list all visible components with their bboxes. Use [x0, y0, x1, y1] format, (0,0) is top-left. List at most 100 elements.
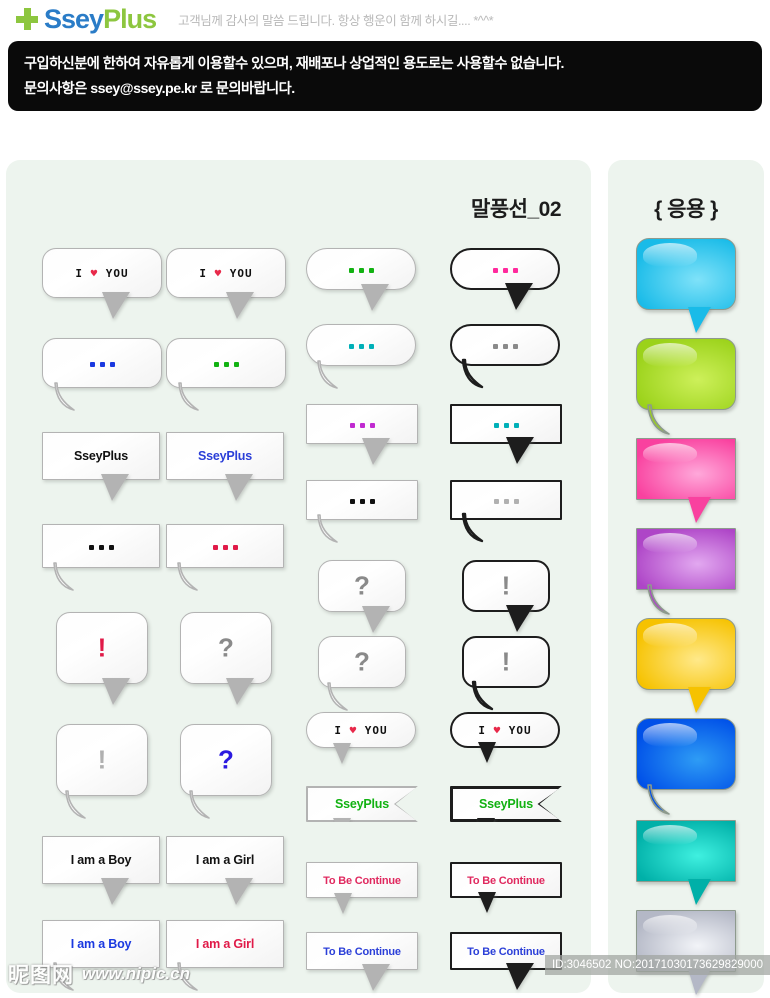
bubble-tail [506, 437, 535, 464]
bubble-text: SseyPlus [198, 449, 252, 463]
speech-bubble [166, 338, 286, 411]
watermark-logo-text: 昵图网 [8, 964, 74, 987]
side-bubble-panel: { 응용 } [608, 160, 764, 995]
bubble-label: ? [319, 573, 405, 600]
dot [513, 499, 519, 504]
app-logo: Ssey Plus [16, 5, 157, 33]
dot [493, 499, 499, 504]
bubble-label [307, 491, 417, 509]
speech-bubble [450, 404, 562, 464]
bubble-tail [361, 606, 390, 633]
bubble-text: To Be Continue [467, 875, 545, 887]
bubble-text: To Be Continue [323, 875, 401, 887]
bubble-label: ? [319, 649, 405, 676]
dot [368, 268, 374, 273]
heart-icon: ♥ [90, 267, 99, 280]
dot-group [88, 545, 114, 550]
bubble-text: ? [218, 744, 234, 775]
dot [349, 423, 355, 428]
bubble-tail [362, 964, 391, 991]
lime-bubble [636, 338, 736, 435]
bubble-text: ? [354, 646, 370, 677]
yellow-bubble [636, 618, 736, 713]
bubble-tail [687, 687, 711, 713]
bubble-tail [101, 678, 130, 705]
dot [503, 499, 509, 504]
dot [358, 344, 364, 349]
dot [222, 545, 228, 550]
bubble-text: I am a Girl [195, 937, 255, 951]
bubble-tail [225, 878, 254, 905]
dot-group [492, 268, 518, 273]
bubble-label: I am a Boy [43, 851, 159, 869]
bubble-tail [461, 512, 494, 544]
dot [502, 268, 508, 273]
bubble-text: I ♥ YOU [334, 724, 388, 737]
bubble-tail [478, 892, 497, 913]
dot [492, 344, 498, 349]
bubble-text: To Be Continue [323, 946, 401, 958]
dot [369, 423, 375, 428]
dot [359, 423, 365, 428]
bubble-tail [101, 474, 130, 501]
bubble-text: ? [354, 570, 370, 601]
bubble-label: I ♥ YOU [43, 264, 161, 282]
dot-group [493, 499, 519, 504]
dot [89, 362, 95, 367]
speech-bubble: ! [56, 612, 148, 705]
notice-line-2: 문의사항은 ssey@ssey.pe.kr 로 문의바랍니다. [24, 81, 295, 97]
speech-bubble [306, 480, 418, 543]
speech-bubble: ? [318, 636, 406, 711]
bubble-gloss [642, 243, 697, 267]
dot [502, 344, 508, 349]
dot [369, 499, 375, 504]
bubble-tail [189, 790, 221, 821]
bubble-text: I am a Girl [195, 853, 255, 867]
bubble-tail [177, 382, 210, 413]
dot-group [348, 268, 374, 273]
cyan-bubble [636, 238, 736, 333]
bubble-tail [361, 284, 390, 311]
main-panel-title: 말풍선_02 [471, 198, 562, 221]
dot [99, 362, 105, 367]
dot-group [493, 423, 519, 428]
bubble-tail [65, 790, 97, 821]
bubble-label: ! [464, 649, 548, 676]
speech-bubble: SseyPlus [166, 432, 284, 501]
speech-bubble: ! [56, 724, 148, 819]
bubble-tail [317, 514, 349, 545]
speech-bubble [42, 338, 162, 411]
dot-group [212, 545, 238, 550]
bubble-label [452, 260, 558, 278]
bubble-label [452, 415, 560, 433]
bubble-gloss [642, 532, 697, 553]
bubble-stage: 말풍선_02 I ♥ YOU SseyPlus!! I am a Boy I am a… [0, 150, 770, 995]
purple-bubble [636, 528, 736, 615]
bubble-tail [687, 497, 711, 523]
dot [213, 362, 219, 367]
turquoise-bubble [636, 820, 736, 905]
speech-bubble [306, 248, 416, 311]
speech-bubble: SseyPlus [450, 786, 562, 822]
dot [492, 268, 498, 273]
bubble-label [307, 415, 417, 433]
dot-group [348, 344, 374, 349]
bubble-tail [326, 682, 359, 713]
bubble-label: ! [57, 747, 147, 774]
dot-group [349, 499, 375, 504]
bubble-label: To Be Continue [452, 871, 560, 889]
bubble-tail [461, 358, 494, 390]
speech-bubble [450, 480, 562, 543]
bubble-tail [333, 893, 352, 914]
dot [212, 545, 218, 550]
speech-bubble: ! [462, 560, 550, 632]
bubble-label [452, 491, 560, 509]
speech-bubble: ? [180, 724, 272, 819]
plus-icon [16, 8, 38, 30]
speech-bubble: I ♥ YOU [166, 248, 286, 319]
dot [88, 545, 94, 550]
heart-icon: ♥ [214, 267, 223, 280]
dot [108, 545, 114, 550]
heart-icon: ♥ [493, 724, 502, 737]
bubble-label: SseyPlus [43, 447, 159, 465]
